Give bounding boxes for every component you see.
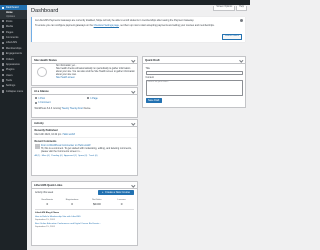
widget-header[interactable]: Site Health Status — [32, 57, 137, 64]
collapse-icon — [2, 90, 5, 93]
admin-bar — [0, 0, 250, 5]
published-post-link[interactable]: Hello world! — [63, 133, 76, 136]
settings-icon — [2, 84, 5, 88]
pin-icon — [34, 97, 37, 100]
draft-title-label: Title — [145, 66, 150, 70]
wrench-icon — [2, 79, 5, 82]
chevron-down-icon[interactable] — [239, 58, 244, 62]
widget-arrows[interactable] — [131, 183, 136, 187]
cart-icon — [2, 57, 5, 61]
sidebar-collapse[interactable]: Collapse menu — [0, 89, 27, 94]
stat-registrations: Registrations 0 — [65, 199, 79, 206]
media-icon — [2, 25, 5, 28]
comment-filters: All (1) Mine (0) Pending (0) Approved (1… — [35, 155, 135, 158]
site-health-link[interactable]: Site Health screen — [56, 77, 75, 79]
news-link[interactable]: How to Build a Membership Site with Lift… — [35, 216, 81, 218]
notice-line-2: To ensure you can configure payment gate… — [35, 24, 215, 28]
brush-icon — [2, 63, 5, 66]
filter-mine[interactable]: Mine (0) — [42, 155, 50, 158]
dismiss-notice-button[interactable]: Dismiss notice — [221, 33, 242, 40]
glance-footer: WordPress 6.4.3 running Twenty Twenty-Fo… — [34, 106, 92, 110]
news-item: Best Online Education Conferences and Di… — [35, 223, 102, 228]
page-icon — [86, 97, 89, 100]
site-health-widget: Site Health Status No information yet...… — [31, 56, 138, 86]
at-a-glance-widget: At a Glance 1 Post 1 Page 1 Comment Word… — [31, 87, 138, 118]
sidebar-subitem-updates[interactable]: Updates — [0, 14, 27, 18]
widget-header[interactable]: Activity — [32, 120, 137, 127]
filter-spam[interactable]: Spam (0) — [78, 155, 87, 158]
comment-excerpt: Hi, this is a comment. To get started wi… — [41, 147, 132, 154]
stats-label: Activity this week — [35, 191, 54, 194]
chevron-down-icon[interactable] — [131, 121, 136, 125]
stat-net-sales: Net Sales $0.00 — [92, 199, 102, 206]
lifter-news: LifterLMS Blog & News How to Build a Mem… — [35, 212, 134, 229]
admin-sidebar: Dashboard Home Updates Posts Media Pages… — [0, 5, 27, 250]
screen-options-tab[interactable]: Screen Options — [213, 6, 236, 11]
widget-arrows[interactable] — [131, 121, 136, 125]
draft-content-label: Content — [145, 75, 154, 79]
widget-arrows[interactable] — [131, 89, 136, 93]
widget-header[interactable]: Quick Draft — [143, 57, 245, 64]
user-icon — [2, 73, 5, 77]
published-item: Mar 12th 2024, 10:42 pm Hello world! — [34, 132, 76, 136]
close-icon[interactable] — [240, 18, 243, 22]
chevron-down-icon[interactable] — [131, 58, 136, 62]
glance-item-posts[interactable]: 1 Post — [34, 97, 83, 100]
lifterlms-quick-links-widget: LifterLMS Quick Links Activity this week… — [31, 181, 138, 246]
chevron-down-icon[interactable] — [131, 183, 136, 187]
widget-header[interactable]: At a Glance — [32, 88, 137, 95]
draft-content-textarea[interactable]: What's on your mind? — [145, 79, 243, 96]
health-status-ring-icon — [37, 67, 47, 77]
draft-title-input[interactable] — [145, 70, 243, 75]
glance-grid: 1 Post 1 Page 1 Comment — [34, 97, 135, 105]
admin-notice: As LifterLMS Payments Gateways are curre… — [31, 17, 245, 42]
page-icon — [2, 30, 5, 34]
pin-icon — [2, 20, 5, 23]
weekly-stats: Enrollments 0 Registrations 0 Net Sales $0.… — [35, 199, 134, 206]
widget-arrows[interactable] — [239, 58, 244, 62]
filter-trash[interactable]: Trash (0) — [89, 155, 98, 158]
filter-approved[interactable]: Approved (1) — [64, 155, 77, 158]
engagement-icon — [2, 52, 5, 55]
comment-item: From A WordPress Commenter on Hello worl… — [34, 144, 135, 154]
create-course-button[interactable]: + Create a New Course — [98, 190, 134, 196]
stat-enrollments: Enrollments 0 — [41, 199, 54, 206]
stat-lessons: Lessons 0 — [117, 199, 126, 206]
dashboard-icon — [2, 6, 5, 9]
widget-arrows[interactable] — [131, 58, 136, 62]
site-health-text: No information yet... Site health checks… — [56, 65, 135, 79]
dashboard-submenu: Home Updates — [0, 10, 27, 19]
chevron-down-icon[interactable] — [131, 89, 136, 93]
widget-header[interactable]: LifterLMS Quick Links — [32, 182, 137, 189]
quick-draft-widget: Quick Draft Title Content What's on your… — [142, 56, 246, 108]
filter-pending[interactable]: Pending (0) — [51, 155, 62, 158]
theme-link[interactable]: Twenty Twenty-Four — [62, 107, 83, 110]
save-draft-button[interactable]: Save Draft — [145, 97, 162, 103]
screen-meta-links: Screen Options Help — [213, 6, 247, 11]
comment-icon — [34, 101, 37, 105]
help-tab[interactable]: Help — [236, 6, 247, 11]
glance-item-pages[interactable]: 1 Page — [86, 97, 135, 100]
avatar — [34, 144, 40, 150]
plus-icon: + — [102, 191, 104, 195]
filter-all[interactable]: All (1) — [35, 155, 41, 158]
news-item: How to Build a Membership Site with Lift… — [35, 216, 81, 221]
notice-line-1: As LifterLMS Payments Gateways are curre… — [35, 19, 195, 22]
glance-item-comments[interactable]: 1 Comment — [34, 101, 83, 105]
lifterlms-icon — [2, 41, 5, 45]
page-title: Dashboard — [31, 8, 59, 14]
checkout-settings-link[interactable]: Checkout Settings page — [94, 24, 119, 27]
news-link[interactable]: Best Online Education Conferences and Di… — [35, 223, 101, 225]
activity-widget: Activity Recently Published Mar 12th 202… — [31, 119, 138, 176]
plugin-icon — [2, 68, 5, 71]
comment-icon — [2, 36, 5, 39]
membership-icon — [2, 47, 5, 50]
